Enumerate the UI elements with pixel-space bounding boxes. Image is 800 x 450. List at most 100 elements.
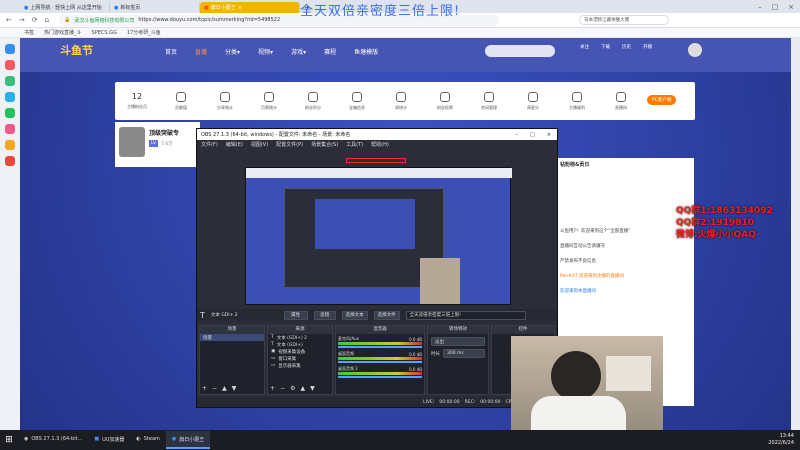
tool-item[interactable]: 周统计 [379,91,423,111]
taskbar-browser[interactable]: ● 旗日小蘑王 [165,431,211,449]
transition-select[interactable]: 淡出 [431,337,485,346]
tool-item[interactable]: 分享统计 [203,91,247,111]
taskbar-uu[interactable]: ■ UU加速器 [88,431,130,449]
video-icon[interactable] [5,156,15,166]
tool-item[interactable]: 房间管理 [467,91,511,111]
pc-client-button[interactable]: PC客户端 [647,95,677,105]
volume-slider[interactable] [338,376,422,378]
properties-button[interactable]: 属性 [283,310,308,320]
browser-tab-1[interactable]: ● 上网导航 · 轻快上网 从这里开始 [20,2,110,13]
menu-help[interactable]: 帮助(H) [371,141,389,148]
tool-item[interactable]: 宝箱信息 [335,91,379,111]
scrollbar[interactable] [791,38,800,430]
up-icon[interactable]: ▲ [222,385,227,392]
taskbar-steam[interactable]: ◐ Steam [130,431,166,449]
tool-label: 分享统计 [217,104,233,110]
down-icon[interactable]: ▼ [310,385,315,392]
tool-item[interactable]: 主播福利 [555,91,599,111]
select-file-button[interactable]: 选择文件 [373,310,400,320]
history-link[interactable]: 历史 [622,44,631,50]
close-icon[interactable]: × [238,5,242,11]
download-link[interactable]: 下载 [601,44,610,50]
down-icon[interactable]: ▼ [232,385,237,392]
camera-icon: ▣ [271,349,276,354]
source-item[interactable]: T 文本 (GDI+) 2 [268,334,332,341]
maximize-icon[interactable]: □ [530,132,535,138]
broadcast-link[interactable]: 开播 [643,44,652,50]
bookmark-item[interactable]: SPECS.GG [92,30,117,36]
obs-preview[interactable] [245,158,512,305]
tool-item[interactable]: 粉丝积分 [291,91,335,111]
nav-video[interactable]: 视频▾ [258,47,273,56]
nav-schedule[interactable]: 赛程 [324,47,336,56]
tool-item[interactable]: 月票统计 [247,91,291,111]
menu-tools[interactable]: 工具(T) [346,141,363,148]
nav-live[interactable]: 直播 [195,47,207,56]
menu-view[interactable]: 视图(V) [251,141,268,148]
home-icon[interactable]: ⌂ [45,16,49,24]
duration-field[interactable]: 300 ms [443,349,485,358]
ticket-icon [264,91,274,102]
douyu-search-input[interactable] [485,45,555,57]
gear-icon[interactable]: ⚙ [290,385,295,392]
volume-slider[interactable] [338,346,422,348]
mail-icon[interactable] [5,92,15,102]
games-icon[interactable] [5,76,15,86]
search-box[interactable]: 日本漂移江藏保撤大爆 [579,15,670,25]
wechat-icon[interactable] [5,108,15,118]
minimize-icon[interactable]: – [516,132,519,138]
scene-item[interactable]: 场景 [200,334,264,341]
avatar[interactable] [688,43,702,57]
clock[interactable]: 13:44 2022/6/24 [768,433,794,447]
nav-home[interactable]: 首页 [165,47,177,56]
text-content-field[interactable]: 全天双倍亲密度三倍上限! [405,310,526,320]
bookmark-item[interactable]: 17分考研_斗鱼 [127,29,161,36]
source-item[interactable]: ▭ 显示器采集 [268,362,332,369]
music-icon[interactable] [5,140,15,150]
taskbar-obs[interactable]: ◉ OBS 27.1.3 (64-bit... [18,431,88,449]
follow-link[interactable]: 关注 [580,44,589,50]
nav-categories[interactable]: 分类▾ [225,47,240,56]
source-item[interactable]: ▣ 视频采集设备 [268,348,332,355]
windows-start-icon[interactable]: ⊞ [0,431,18,449]
select-text-button[interactable]: 选择文本 [341,310,368,320]
weibo-icon[interactable] [5,124,15,134]
obs-source-toolbar: T 文本 GDI+ 2 属性 滤镜 选择文本 选择文件 全天双倍亲密度三倍上限! [197,309,557,321]
menu-profile[interactable]: 配置文件(P) [276,141,303,148]
tool-item[interactable]: 贡献值 [159,91,203,111]
maximize-icon[interactable]: □ [772,3,779,11]
close-icon[interactable]: × [547,132,551,138]
apps-icon[interactable] [5,60,15,70]
minimize-icon[interactable]: – [758,3,762,11]
up-icon[interactable]: ▲ [300,385,305,392]
tool-item[interactable]: 周星分 [511,91,555,111]
bookmark-item[interactable]: 书签 [24,29,34,36]
add-icon[interactable]: + [270,385,275,392]
tool-item[interactable]: 粉丝投票 [423,91,467,111]
browser-tab-2[interactable]: ● 新标签页 [110,2,200,13]
douyu-logo[interactable]: 斗鱼节 [60,42,93,58]
source-item[interactable]: ▭ 窗口采集 [268,355,332,362]
bookmark-item[interactable]: 热门游戏直播_斗 [44,29,82,36]
menu-file[interactable]: 文件(F) [201,141,218,148]
nav-template[interactable]: 鱼塘模版 [354,47,378,56]
overlay-line: 微博:火爆小小QAQ [676,230,756,240]
tool-item[interactable]: 直播间 [599,91,643,111]
menu-edit[interactable]: 编辑(E) [226,141,243,148]
browser-tab-3[interactable]: ■ 旗日小蘑王 × [200,2,300,13]
forward-icon[interactable]: → [19,16,25,24]
remove-icon[interactable]: − [212,385,217,392]
nav-games[interactable]: 游戏▾ [291,47,306,56]
menu-scene-collection[interactable]: 场景集合(S) [311,141,338,148]
back-icon[interactable]: ← [6,16,12,24]
tool-fans-month[interactable]: 12 主播粉丝月 [115,92,159,110]
favorites-icon[interactable] [5,44,15,54]
close-window-icon[interactable]: × [788,3,794,11]
source-item[interactable]: T 文本 (GDI+) [268,341,332,348]
remove-icon[interactable]: − [280,385,285,392]
filters-button[interactable]: 滤镜 [313,310,336,320]
volume-slider[interactable] [338,361,422,363]
refresh-icon[interactable]: ⟳ [32,16,38,24]
add-icon[interactable]: + [202,385,207,392]
streamer-avatar[interactable] [119,127,145,157]
